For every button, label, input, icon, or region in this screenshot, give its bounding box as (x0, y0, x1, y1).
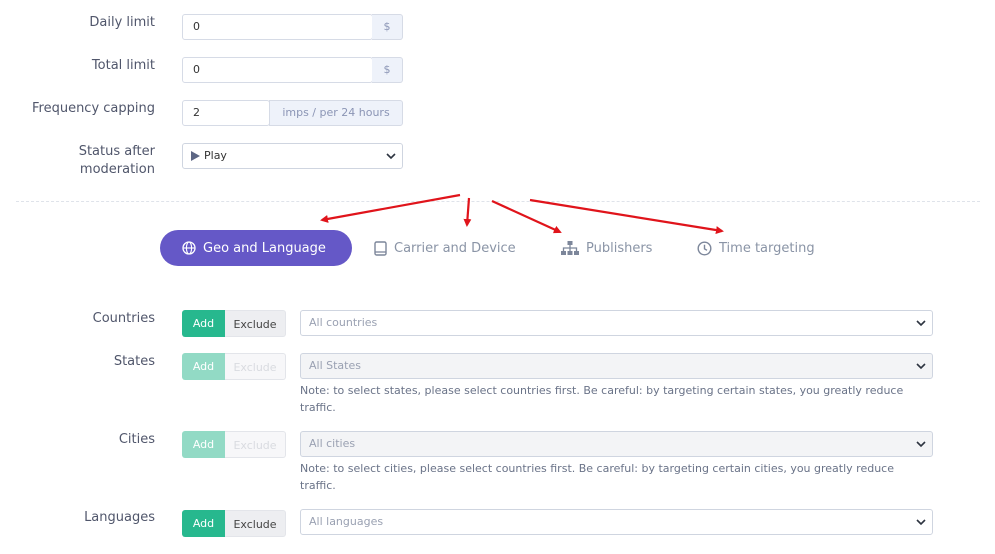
cities-select[interactable]: All cities (300, 431, 933, 457)
arrow-to-geo (320, 193, 461, 223)
languages-label: Languages (84, 510, 155, 525)
cities-add-button[interactable]: Add (182, 431, 225, 458)
states-select[interactable]: All States (300, 353, 933, 379)
languages-select[interactable]: All languages (300, 509, 933, 535)
states-add-button[interactable]: Add (182, 353, 225, 380)
chevron-down-icon (916, 519, 926, 526)
arrow-to-publishers (491, 199, 562, 234)
cities-note: Note: to select cities, please select co… (300, 462, 894, 492)
languages-select-placeholder: All languages (309, 515, 384, 528)
states-label: States (113, 354, 155, 369)
languages-exclude-button[interactable]: Exclude (225, 510, 286, 537)
countries-select-placeholder: All countries (309, 316, 378, 329)
countries-label: Countries (92, 311, 155, 326)
languages-add-button[interactable]: Add (182, 510, 225, 537)
countries-exclude-button[interactable]: Exclude (225, 310, 286, 337)
arrow-to-carrier (463, 197, 472, 227)
countries-add-button[interactable]: Add (182, 310, 225, 337)
arrow-to-time (529, 198, 724, 234)
chevron-down-icon (916, 441, 926, 448)
states-select-placeholder: All States (309, 359, 361, 372)
cities-select-placeholder: All cities (309, 437, 356, 450)
cities-label: Cities (118, 432, 155, 447)
states-exclude-button[interactable]: Exclude (225, 353, 286, 380)
cities-exclude-button[interactable]: Exclude (225, 431, 286, 458)
chevron-down-icon (916, 320, 926, 327)
chevron-down-icon (916, 363, 926, 370)
countries-select[interactable]: All countries (300, 310, 933, 336)
states-note: Note: to select states, please select co… (300, 384, 904, 414)
